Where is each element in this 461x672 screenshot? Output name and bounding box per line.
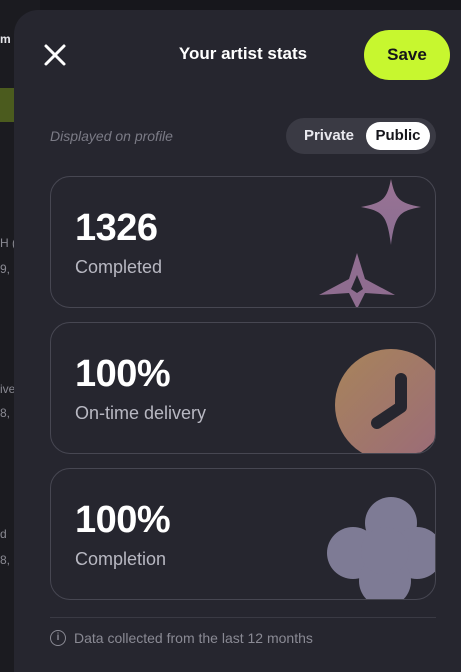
background-accent-strip (0, 88, 14, 122)
visibility-toggle: Private Public (286, 118, 436, 154)
sparkle-stars-icon (319, 179, 421, 307)
flower-icon (327, 497, 435, 599)
footer-divider (50, 617, 436, 618)
clock-icon (335, 349, 435, 453)
info-icon: i (50, 630, 66, 646)
stat-card-completed: 1326 Completed (50, 176, 436, 308)
background-text: 9, (0, 262, 11, 276)
background-text: ive (0, 382, 14, 396)
background-text: 8, (0, 406, 11, 420)
stat-card-on-time-delivery: 100% On-time delivery (50, 322, 436, 454)
footer-note: i Data collected from the last 12 months (50, 630, 313, 646)
background-text: 8, (0, 553, 11, 567)
background-text: m (0, 32, 11, 46)
save-button[interactable]: Save (364, 30, 450, 80)
artist-stats-panel: Your artist stats Save Displayed on prof… (14, 10, 461, 672)
stat-label: Completed (75, 257, 163, 277)
stat-value: 1326 (75, 207, 158, 249)
background-text: H ( (0, 236, 14, 250)
stat-label: Completion (75, 549, 167, 569)
background-text: d (0, 527, 7, 541)
footer-note-text: Data collected from the last 12 months (74, 630, 313, 646)
stat-value: 100% (75, 499, 171, 541)
visibility-label: Displayed on profile (50, 128, 173, 144)
stat-value: 100% (75, 353, 171, 395)
private-option[interactable]: Private (292, 122, 366, 150)
stat-label: On-time delivery (75, 403, 207, 423)
public-option[interactable]: Public (366, 122, 430, 150)
stat-card-completion: 100% Completion (50, 468, 436, 600)
